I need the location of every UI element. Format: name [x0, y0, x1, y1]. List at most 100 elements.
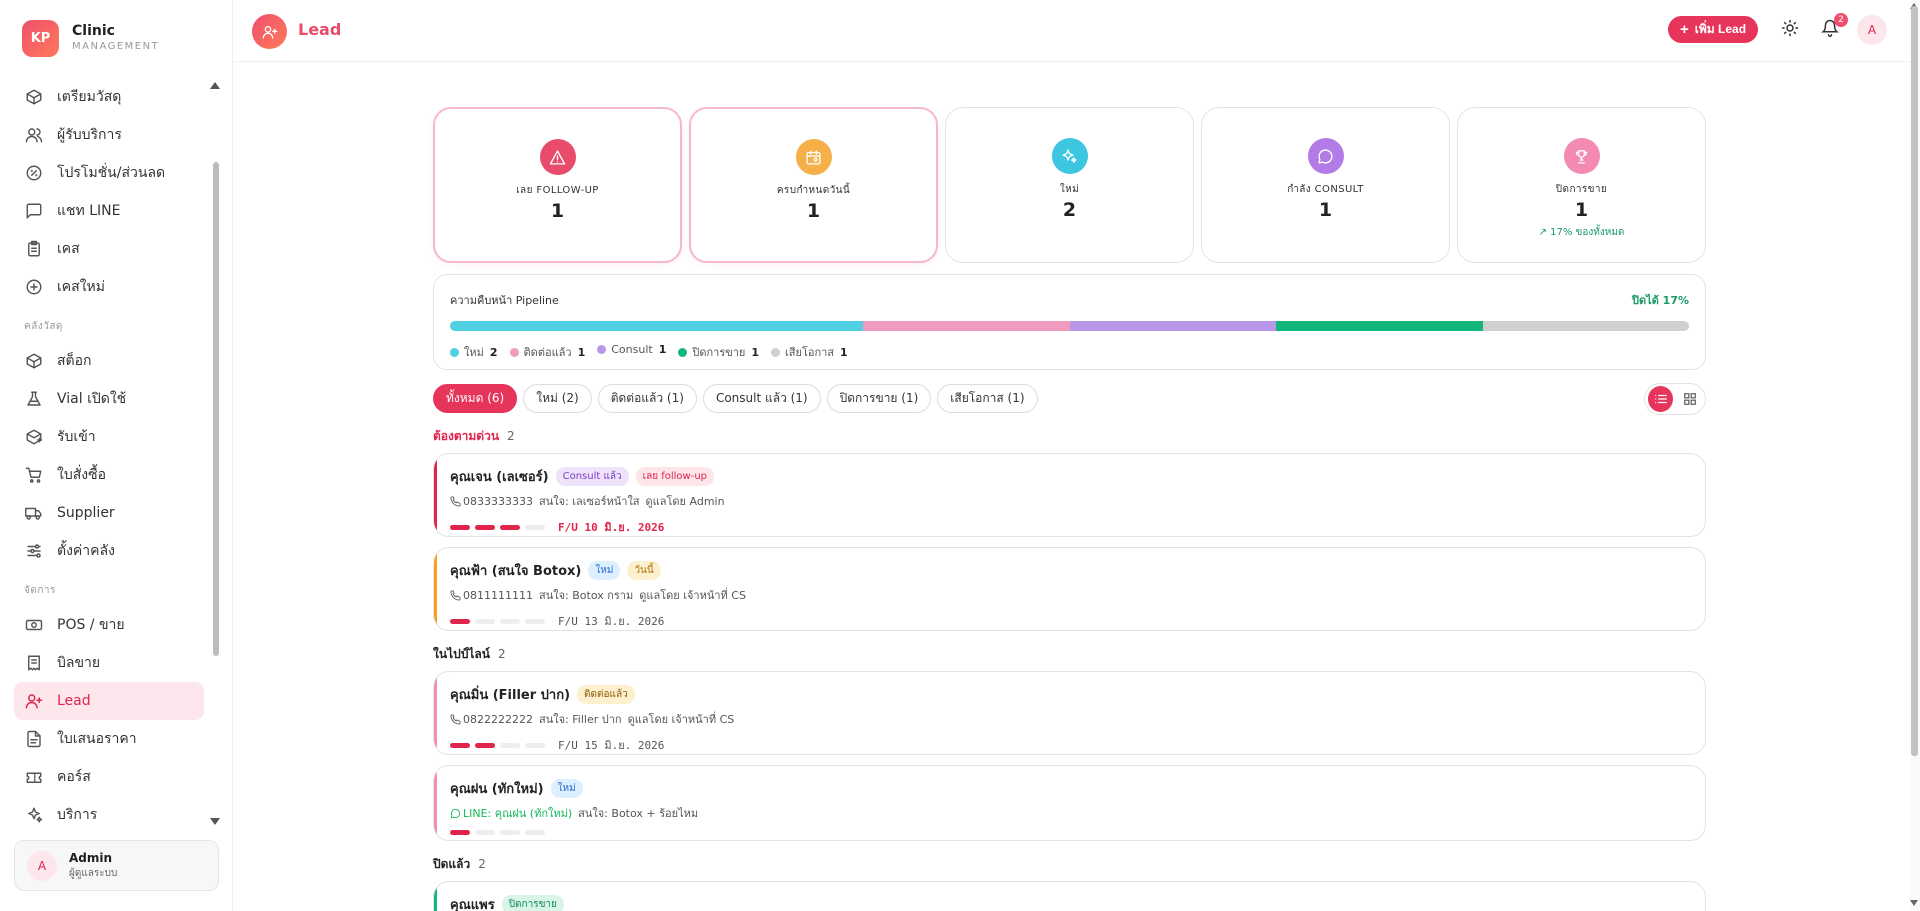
main-scrollbar[interactable] [1911, 6, 1918, 756]
lead-status-stripe [434, 766, 437, 840]
truck-icon [25, 504, 43, 522]
stat-card[interactable]: เลย FOLLOW-UP 1 [433, 107, 682, 263]
stat-card[interactable]: กำลัง CONSULT 1 [1201, 107, 1450, 263]
phone-icon [450, 713, 461, 725]
package-icon [25, 88, 43, 106]
lead-owner: ดูแลโดย เจ้าหน้าที่ CS [627, 713, 735, 726]
brand-subtitle: MANAGEMENT [72, 40, 160, 52]
sidebar-item[interactable]: ตั้งค่าคลัง [14, 532, 204, 570]
phone-icon [450, 589, 461, 601]
stat-card[interactable]: ใหม่ 2 [945, 107, 1194, 263]
status-badge: เลย follow-up [635, 467, 715, 486]
package-in-icon [25, 428, 43, 446]
progress-segment [450, 524, 470, 530]
pipeline-segment [1276, 321, 1483, 331]
stat-value: 2 [1062, 199, 1077, 221]
sidebar-item[interactable]: POS / ขาย [14, 606, 204, 644]
filter-chip[interactable]: Consult แล้ว (1) [702, 383, 821, 413]
sparkles-icon [25, 806, 43, 824]
sidebar-item[interactable]: โปรโมชั่น/ส่วนลด [14, 154, 204, 192]
lead-interest: สนใจ: Botox + ร้อยไหม [578, 807, 699, 820]
sidebar-scrollbar[interactable] [213, 162, 219, 656]
sidebar-item[interactable]: Supplier [14, 494, 204, 532]
pipeline-legend-item: ใหม่ 2 [450, 343, 498, 361]
progress-segment [450, 618, 470, 624]
sidebar-item-label: เคสใหม่ [57, 279, 105, 295]
sidebar-scroll-down-icon[interactable] [210, 818, 220, 825]
main-scroll-down-icon[interactable] [1910, 900, 1918, 906]
group-title: ต้องตามด่วน 2 [433, 429, 515, 443]
cash-icon [25, 616, 43, 634]
filter-chip[interactable]: ปิดการขาย (1) [826, 383, 932, 413]
lead-status-stripe [434, 548, 437, 630]
lead-card[interactable]: คุณแพร ปิดการขาย [433, 881, 1706, 911]
pipeline-segment [863, 321, 1070, 331]
progress-segment [475, 742, 495, 748]
sidebar-item[interactable]: บริการ [14, 796, 204, 828]
top-header: Lead + เพิ่ม Lead 2 A [234, 0, 1920, 62]
list-view-icon[interactable] [1648, 386, 1673, 412]
discount-icon [25, 164, 43, 182]
sidebar-item[interactable]: เตรียมวัสดุ [14, 78, 204, 116]
grid-view-icon[interactable] [1677, 386, 1702, 412]
filter-chip[interactable]: ติดต่อแล้ว (1) [597, 383, 697, 413]
sidebar-item[interactable]: บิลขาย [14, 644, 204, 682]
lead-card[interactable]: คุณฝน (ทักใหม่) ใหม่ LINE: คุณฝน (ทักใหม่)… [433, 765, 1706, 841]
lead-card[interactable]: คุณฟ้า (สนใจ Botox) ใหม่ วันนี้ 0811111111 ส… [433, 547, 1706, 631]
sidebar-item[interactable]: Vial เปิดใช้ [14, 380, 204, 418]
progress-segment [525, 524, 545, 530]
sidebar-scroll-up-icon[interactable] [210, 82, 220, 89]
sidebar-item[interactable]: เคส [14, 230, 204, 268]
sidebar-section-title: จัดการ [24, 585, 56, 596]
sidebar-item[interactable]: สต็อก [14, 342, 204, 380]
user-role: ผู้ดูแลระบบ [69, 867, 118, 879]
sidebar-item-label: ผู้รับบริการ [57, 127, 122, 143]
pipeline-card: ความคืบหน้า Pipeline ปิดได้ 17% ใหม่ 2 ติด… [433, 274, 1706, 370]
user-avatar: A [27, 850, 57, 881]
sidebar-item[interactable]: ใบเสนอราคา [14, 720, 204, 758]
lead-owner: ดูแลโดย Admin [645, 495, 725, 508]
filter-chip[interactable]: ทั้งหมด (6) [433, 383, 518, 413]
header-avatar[interactable]: A [1857, 15, 1887, 45]
lead-card[interactable]: คุณมิ่น (Filler ปาก) ติดต่อแล้ว 0822222222… [433, 671, 1706, 755]
stat-note: ↗ 17% ของทั้งหมด [1538, 227, 1625, 238]
brand-title: Clinic [72, 22, 115, 39]
follow-up-date: F/U 15 มิ.ย. 2026 [558, 739, 665, 752]
sun-icon[interactable] [1781, 19, 1801, 39]
sidebar-item[interactable]: แชท LINE [14, 192, 204, 230]
sidebar-item-label: เคส [57, 241, 80, 257]
lead-card[interactable]: คุณเจน (เลเซอร์) Consult แล้ว เลย follow-u… [433, 453, 1706, 537]
pipeline-legend-item: ติดต่อแล้ว 1 [509, 343, 585, 361]
status-badge: ปิดการขาย [501, 895, 564, 911]
sidebar-item[interactable]: ผู้รับบริการ [14, 116, 204, 154]
stat-label: กำลัง CONSULT [1287, 184, 1364, 195]
sidebar-item[interactable]: เคสใหม่ [14, 268, 204, 306]
filter-chip[interactable]: ใหม่ (2) [523, 383, 592, 413]
notification-badge: 2 [1834, 13, 1848, 27]
add-lead-button[interactable]: + เพิ่ม Lead [1668, 16, 1759, 43]
sidebar-item-label: รับเข้า [57, 429, 96, 445]
status-badge: Consult แล้ว [555, 467, 629, 486]
legend-dot [509, 348, 519, 357]
stat-label: ปิดการขาย [1555, 184, 1608, 195]
filter-chip[interactable]: เสียโอกาส (1) [937, 383, 1038, 413]
lead-status-stripe [434, 454, 437, 536]
message-icon [1307, 138, 1344, 174]
user-card[interactable]: A Admin ผู้ดูแลระบบ [14, 840, 219, 891]
stat-card[interactable]: ครบกำหนดวันนี้ 1 [689, 107, 938, 263]
stat-value: 1 [806, 200, 821, 222]
sidebar-item[interactable]: ใบสั่งซื้อ [14, 456, 204, 494]
group-title: ในไปป์ไลน์ 2 [433, 647, 506, 661]
legend-dot [450, 348, 459, 357]
sidebar-item[interactable]: คอร์ส [14, 758, 204, 796]
sidebar-item[interactable]: รับเข้า [14, 418, 204, 456]
brand[interactable]: KP Clinic MANAGEMENT [22, 20, 159, 57]
sidebar-item-label: สต็อก [57, 353, 92, 369]
progress-segment [500, 742, 520, 748]
line-icon [450, 808, 461, 819]
sidebar-item[interactable]: Lead [14, 682, 204, 720]
lead-groups: ต้องตามด่วน 2 คุณเจน (เลเซอร์) Consult แล้ว… [433, 427, 1706, 911]
follow-up-date: F/U 13 มิ.ย. 2026 [558, 615, 665, 628]
stat-card[interactable]: ปิดการขาย 1 ↗ 17% ของทั้งหมด [1457, 107, 1706, 263]
progress-segment [500, 618, 520, 624]
